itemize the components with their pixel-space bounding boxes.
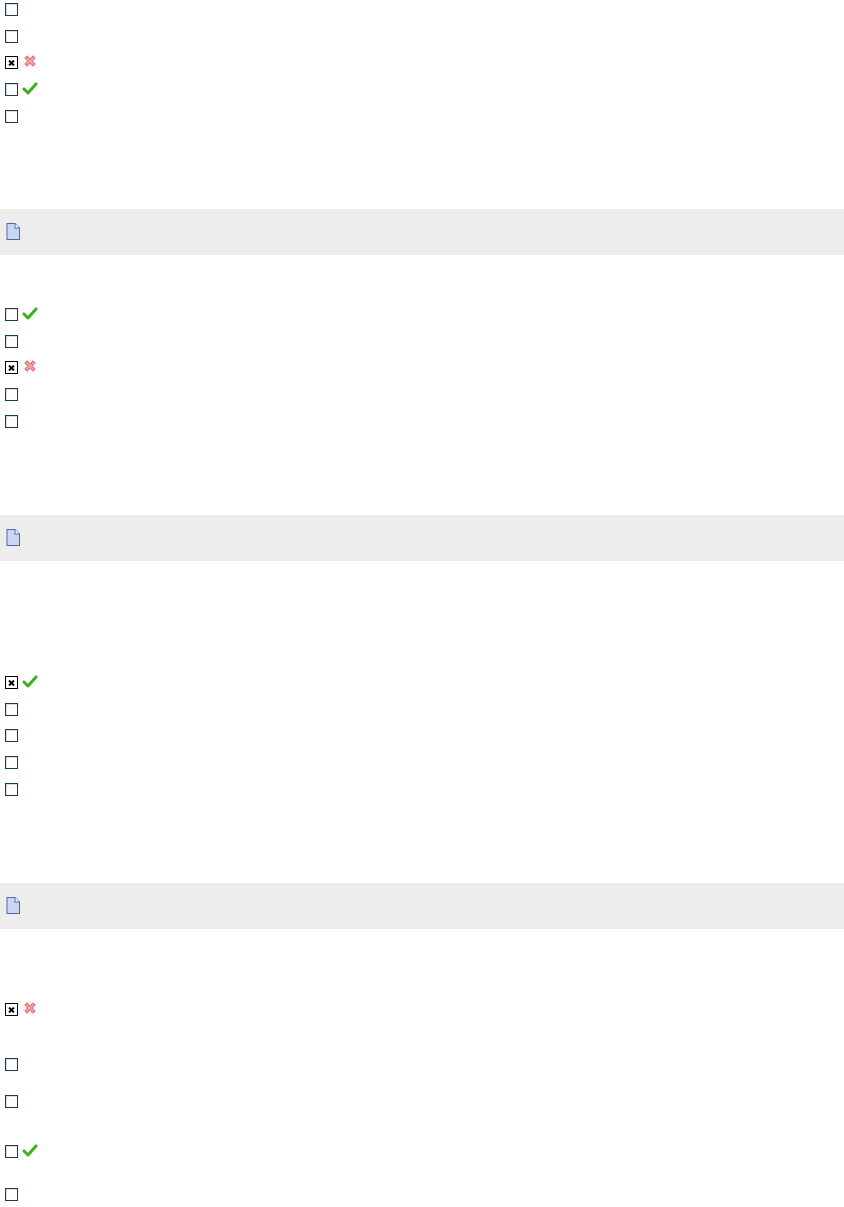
checkbox[interactable] [5,360,18,374]
answer-option[interactable] [5,1000,38,1018]
answer-option[interactable] [5,700,18,718]
feedback-box [0,883,844,929]
document-icon [6,897,20,914]
document-icon [6,529,20,546]
checkbox[interactable] [5,29,18,43]
checkbox[interactable] [5,1094,18,1108]
answer-option[interactable] [5,1092,18,1110]
answer-option[interactable] [5,1185,18,1203]
green-check-icon [22,675,38,688]
checkbox[interactable] [5,55,18,69]
answer-option[interactable] [5,107,18,125]
checkbox[interactable] [5,307,18,321]
checkbox[interactable] [5,1144,18,1158]
answer-option[interactable] [5,673,38,691]
answer-option[interactable] [5,27,18,45]
answer-option[interactable] [5,412,18,430]
answer-option[interactable] [5,80,38,98]
feedback-box [0,515,844,561]
feedback-box [0,209,844,255]
answer-option[interactable] [5,780,18,798]
answer-option[interactable] [5,753,18,771]
answer-option[interactable] [5,726,18,744]
green-check-icon [22,1144,38,1157]
answer-option[interactable] [5,1055,18,1073]
red-cross-icon [24,1002,36,1014]
checkbox[interactable] [5,82,18,96]
checkbox[interactable] [5,2,18,16]
red-cross-icon [24,360,36,372]
checkbox[interactable] [5,675,18,689]
red-cross-icon [24,55,36,67]
answer-option[interactable] [5,305,38,323]
document-icon [6,223,20,240]
checkbox[interactable] [5,387,18,401]
checkbox[interactable] [5,334,18,348]
checkbox[interactable] [5,414,18,428]
green-check-icon [22,82,38,95]
answer-option[interactable] [5,385,18,403]
answer-option[interactable] [5,358,38,376]
checkbox[interactable] [5,702,18,716]
checkbox[interactable] [5,728,18,742]
answer-option[interactable] [5,53,38,71]
checkbox[interactable] [5,1002,18,1016]
checkbox[interactable] [5,782,18,796]
answer-option[interactable] [5,332,18,350]
checkbox[interactable] [5,755,18,769]
checkbox[interactable] [5,109,18,123]
green-check-icon [22,307,38,320]
answer-option[interactable] [5,0,18,18]
checkbox[interactable] [5,1057,18,1071]
checkbox[interactable] [5,1187,18,1201]
answer-option[interactable] [5,1142,38,1160]
